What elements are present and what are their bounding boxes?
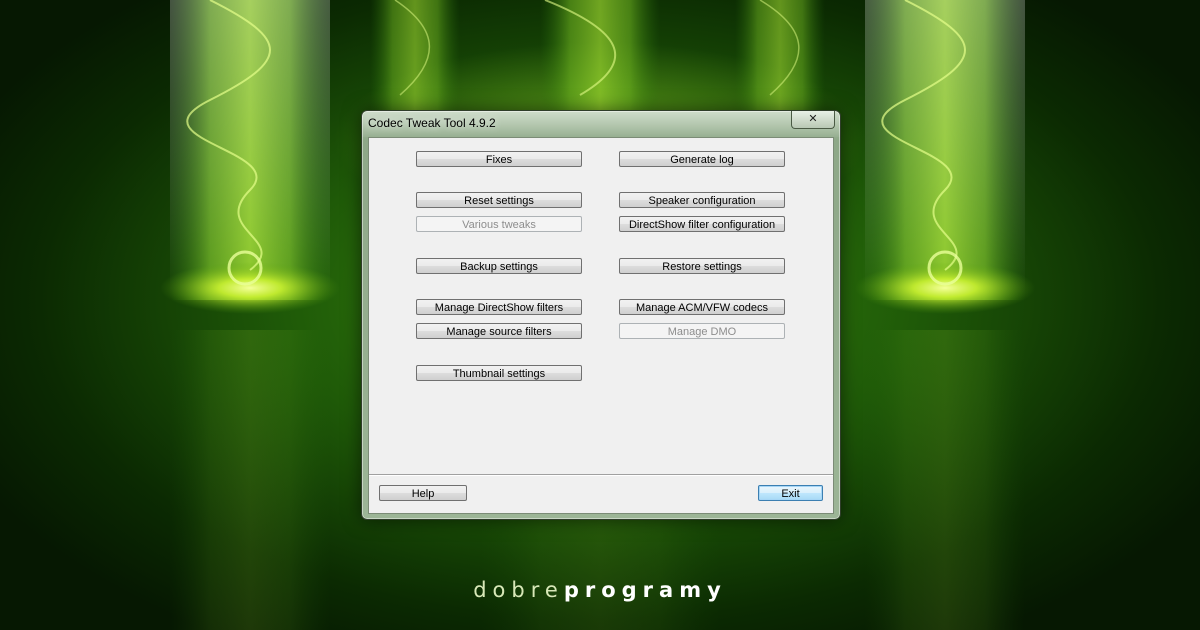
manage-source-filters-button[interactable]: Manage source filters <box>416 323 582 339</box>
manage-dmo-button: Manage DMO <box>619 323 785 339</box>
title-bar[interactable]: Codec Tweak Tool 4.9.2 ✕ <box>362 111 840 137</box>
help-button[interactable]: Help <box>379 485 467 501</box>
exit-button[interactable]: Exit <box>758 485 823 501</box>
dobreprogramy-watermark: dobreprogramy <box>0 578 1200 602</box>
directshow-filter-configuration-button[interactable]: DirectShow filter configuration <box>619 216 785 232</box>
watermark-light-text: dobre <box>473 578 564 602</box>
watermark-bold-text: programy <box>563 578 727 602</box>
generate-log-button[interactable]: Generate log <box>619 151 785 167</box>
dialog-client-area: Fixes Generate log Reset settings Speake… <box>368 137 834 514</box>
app-window: Codec Tweak Tool 4.9.2 ✕ Fixes Generate … <box>361 110 841 520</box>
restore-settings-button[interactable]: Restore settings <box>619 258 785 274</box>
manage-directshow-filters-button[interactable]: Manage DirectShow filters <box>416 299 582 315</box>
close-button[interactable]: ✕ <box>791 111 835 129</box>
footer-divider <box>369 474 833 476</box>
thumbnail-settings-button[interactable]: Thumbnail settings <box>416 365 582 381</box>
reset-settings-button[interactable]: Reset settings <box>416 192 582 208</box>
manage-acm-vfw-codecs-button[interactable]: Manage ACM/VFW codecs <box>619 299 785 315</box>
close-icon: ✕ <box>808 112 818 125</box>
backup-settings-button[interactable]: Backup settings <box>416 258 582 274</box>
speaker-configuration-button[interactable]: Speaker configuration <box>619 192 785 208</box>
window-title: Codec Tweak Tool 4.9.2 <box>368 116 496 130</box>
various-tweaks-button: Various tweaks <box>416 216 582 232</box>
fixes-button[interactable]: Fixes <box>416 151 582 167</box>
